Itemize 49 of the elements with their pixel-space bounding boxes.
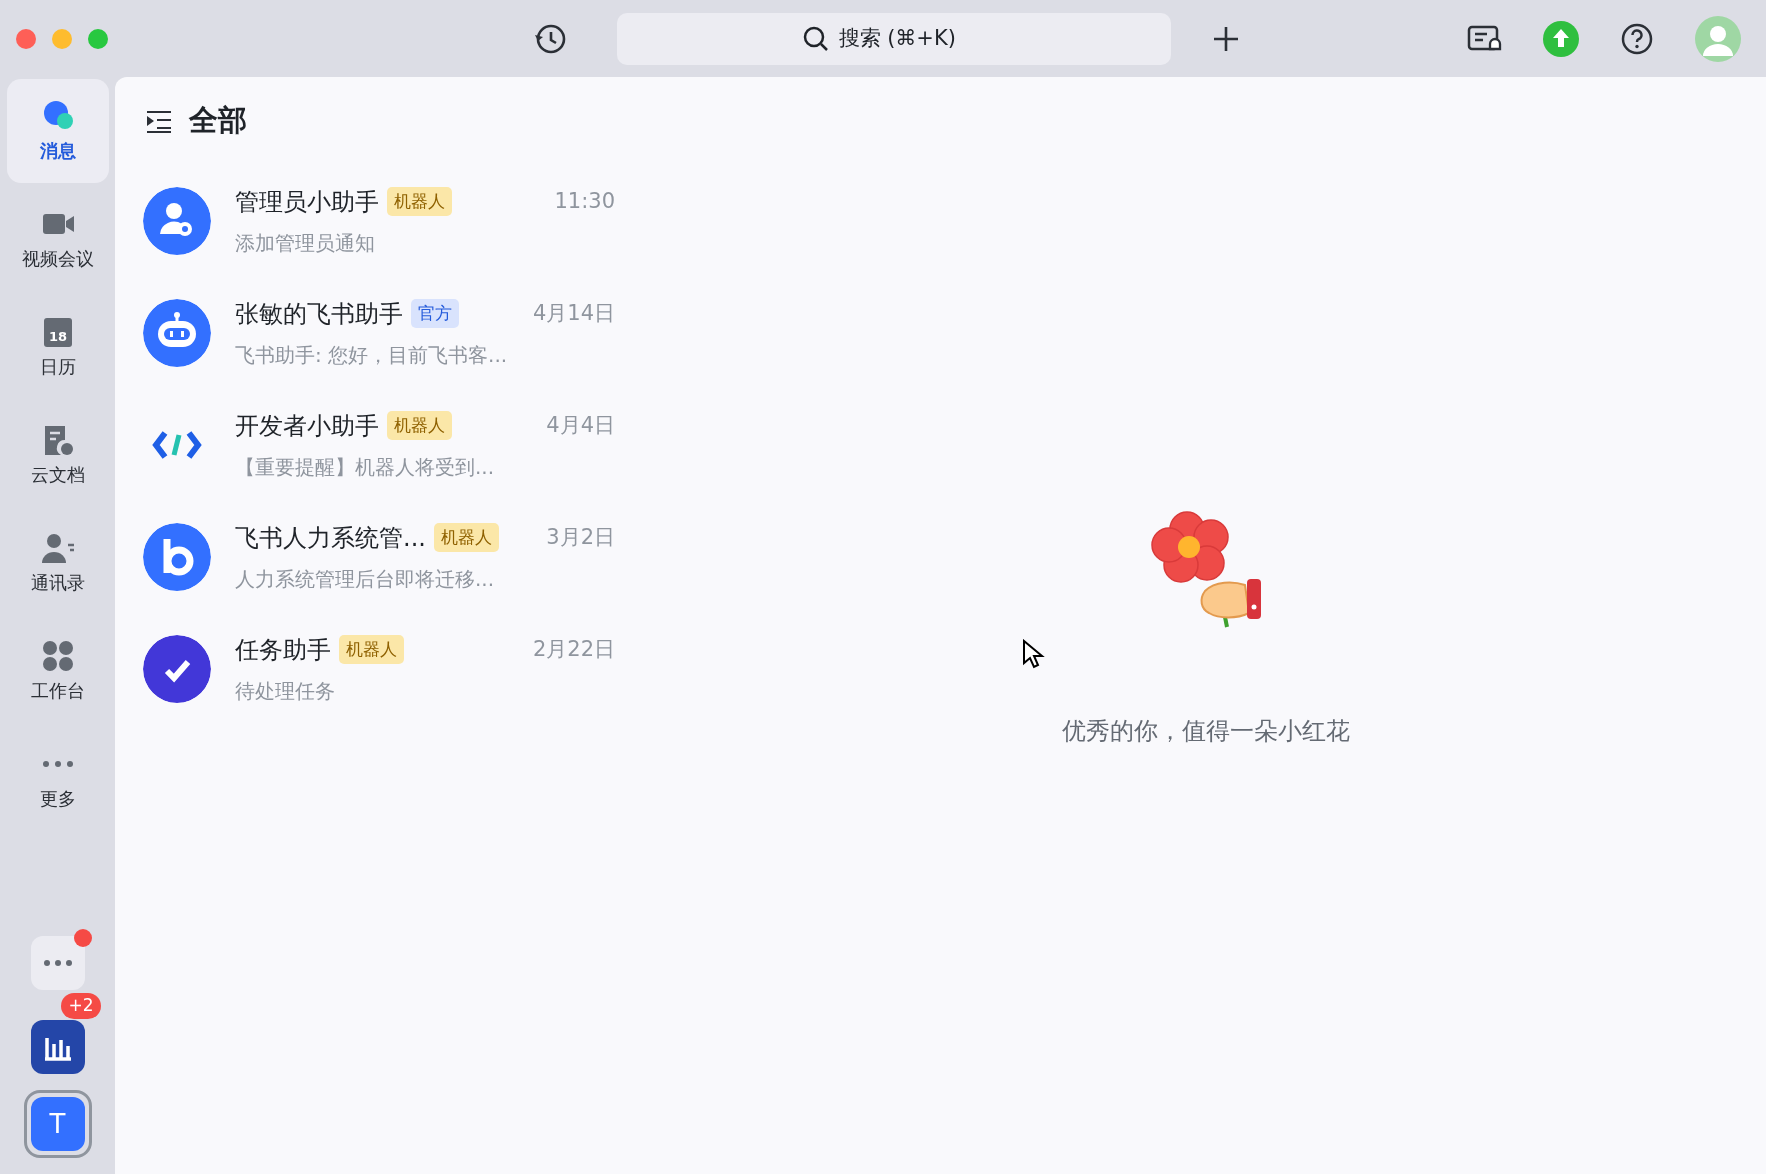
admin-avatar — [143, 186, 211, 255]
sidebar-item[interactable]: 18 日历 — [6, 295, 109, 399]
chat-time: 3月2日 — [546, 523, 615, 551]
chat-name: 开发者小助手 — [235, 410, 379, 442]
search-field[interactable]: 搜索 (⌘+K) — [836, 21, 987, 56]
grid-icon — [40, 638, 75, 673]
sidebar-item[interactable]: 视频会议 — [6, 187, 109, 291]
mouse-cursor-icon — [1022, 639, 1046, 669]
chat-list-item[interactable]: 开发者小助手 机器人 4月4日 【重要提醒】机器人将受到... — [115, 388, 645, 501]
chat-name: 飞书人力系统管... — [235, 522, 426, 554]
sidebar-item[interactable]: 工作台 — [6, 619, 109, 723]
chat-tag: 机器人 — [387, 410, 452, 441]
chat-list-item[interactable]: 飞书人力系统管... 机器人 3月2日 人力系统管理后台即将迁移... — [115, 500, 645, 613]
letter-b-avatar — [143, 522, 211, 591]
message-preview: 添加管理员通知 — [235, 229, 376, 257]
chart-app-button[interactable] — [30, 1020, 85, 1074]
chat-time: 2月22日 — [532, 635, 615, 663]
chat-tag: 机器人 — [339, 634, 404, 665]
chat-name: 管理员小助手 — [235, 186, 379, 218]
count-badge: +2 — [61, 993, 101, 1019]
search-icon — [801, 25, 829, 52]
robot-avatar — [143, 298, 211, 367]
sidebar-item[interactable]: 云文档 — [6, 403, 109, 507]
message-preview: 人力系统管理后台即将迁移... — [235, 565, 496, 593]
chat-list-item[interactable]: 张敏的飞书助手 官方 4月14日 飞书助手: 您好，目前飞书客... — [115, 276, 645, 389]
chat-list-item[interactable]: 任务助手 机器人 2月22日 待处理任务 — [115, 612, 645, 725]
message-preview: 飞书助手: 您好，目前飞书客... — [235, 341, 509, 369]
sidebar-item[interactable]: 更多 — [6, 727, 109, 831]
message-preview: 【重要提醒】机器人将受到... — [235, 453, 496, 481]
sidebar-item[interactable]: 消息 — [6, 79, 109, 183]
message-preview: 待处理任务 — [235, 677, 336, 705]
chat-list-item[interactable]: 管理员小助手 机器人 11:30 添加管理员通知 — [115, 164, 645, 277]
chat-tag: 机器人 — [433, 522, 499, 553]
more-icon — [42, 959, 73, 967]
chat-tag: 机器人 — [387, 186, 452, 217]
empty-state-message: 优秀的你，值得一朵小红花 — [1061, 716, 1350, 747]
chat-time: 11:30 — [554, 187, 615, 215]
sidebar-item[interactable]: 通讯录 — [6, 511, 109, 615]
chat-tag: 官方 — [411, 298, 459, 329]
chat-name: 任务助手 — [235, 634, 331, 666]
chat-name: 张敏的飞书助手 — [235, 298, 403, 330]
checkmark-avatar — [143, 634, 211, 703]
account-avatar[interactable]: T — [30, 1097, 85, 1151]
chat-time: 4月14日 — [532, 299, 615, 327]
list-title: 全部 — [189, 102, 247, 139]
chat-time: 4月4日 — [546, 411, 615, 439]
help-icon[interactable] — [1620, 21, 1654, 56]
more-icon — [40, 759, 75, 768]
more-apps-button[interactable] — [30, 936, 85, 990]
